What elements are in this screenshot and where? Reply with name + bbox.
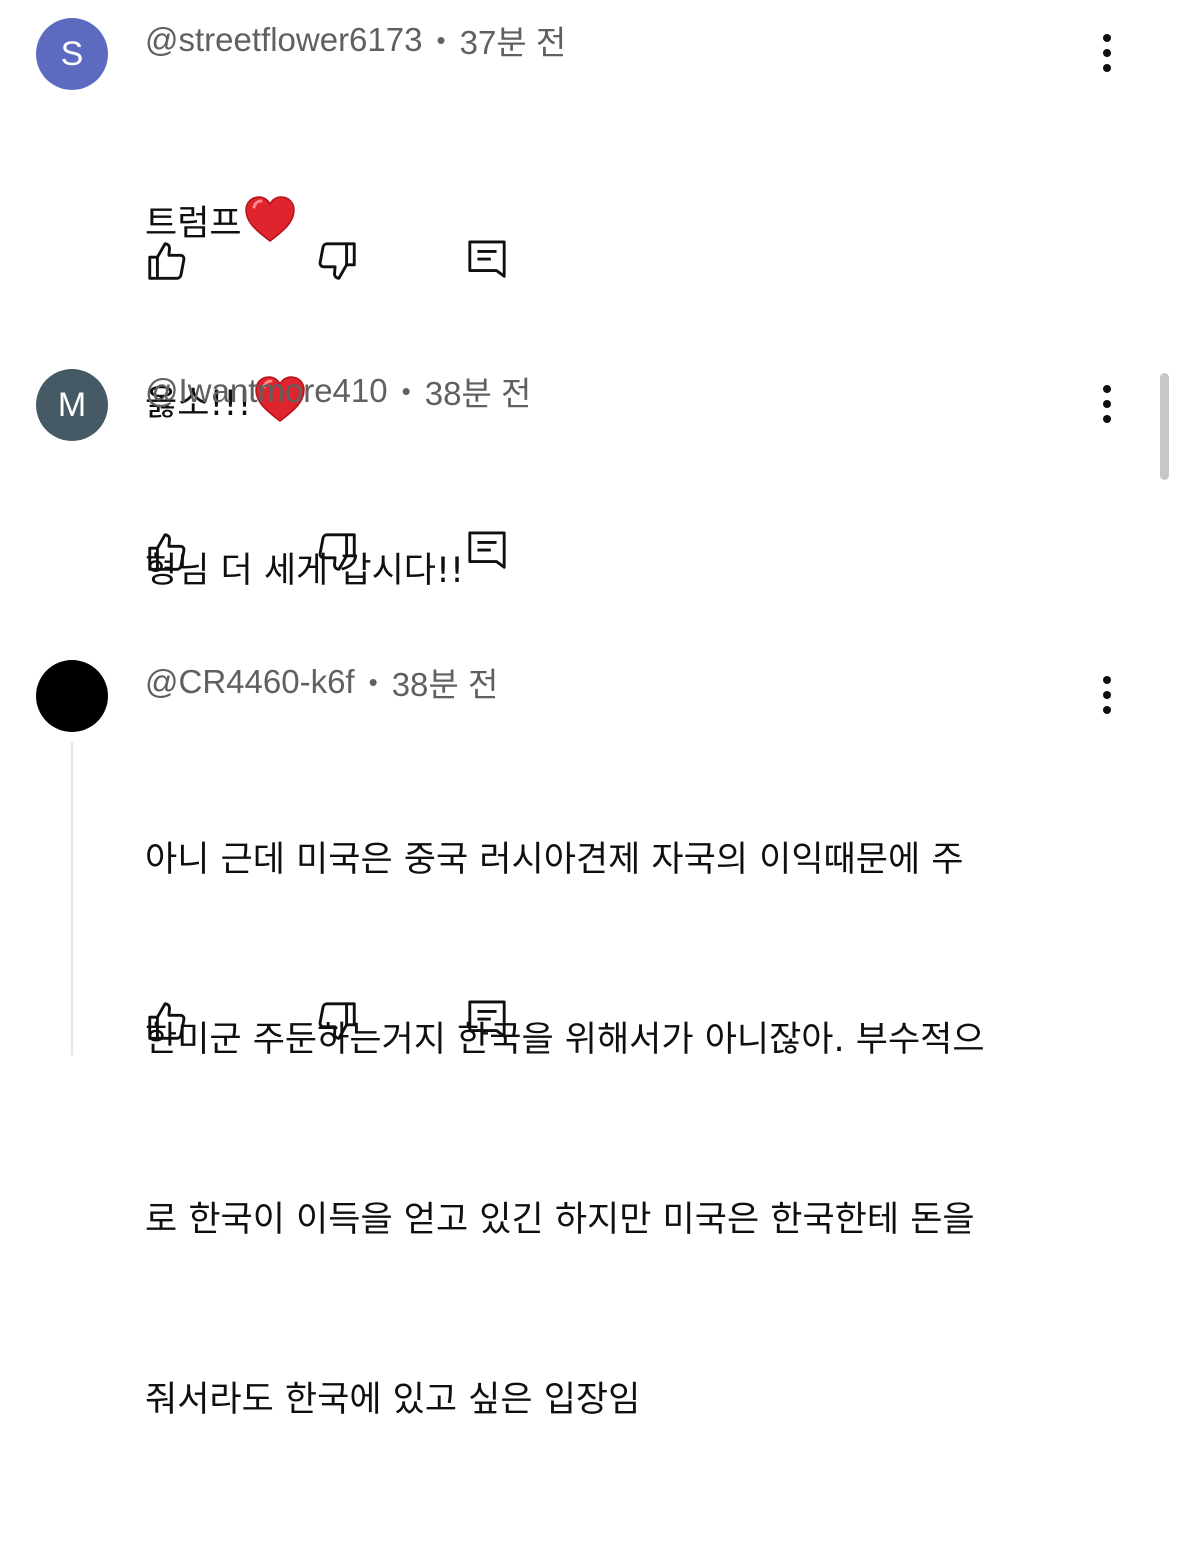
avatar-letter: S <box>60 34 84 73</box>
avatar-letter: M <box>57 385 87 424</box>
like-button[interactable] <box>142 236 192 286</box>
dislike-button[interactable] <box>312 996 362 1046</box>
more-options-button[interactable] <box>1090 670 1124 720</box>
meta-separator: • <box>436 24 446 55</box>
comment-time: 38분 전 <box>424 375 532 412</box>
reply-comment-icon <box>468 240 506 278</box>
comment-meta: @Iwantmore410 • 38분 전 <box>145 369 531 413</box>
reply-comment-icon <box>468 1000 506 1038</box>
comment-actions <box>140 996 520 1046</box>
thumbs-down-icon <box>318 1002 356 1040</box>
thumbs-up-icon <box>148 1002 186 1040</box>
meta-separator: • <box>368 666 378 697</box>
comment-username[interactable]: @CR4460-k6f <box>145 663 355 701</box>
thumbs-down-icon <box>318 533 356 571</box>
thumbs-down-icon <box>318 242 356 280</box>
avatar[interactable] <box>36 660 108 732</box>
comment-line: 줘서라도 한국에 있고 싶은 입장임 <box>145 1380 641 1420</box>
comment-actions <box>140 527 520 577</box>
comment-line: 아니 근데 미국은 중국 러시아견제 자국의 이익때문에 주 <box>145 840 964 880</box>
more-vertical-icon <box>1103 34 1111 72</box>
comment-username[interactable]: @Iwantmore410 <box>145 372 388 410</box>
comment-text: 아니 근데 미국은 중국 러시아견제 자국의 이익때문에 주 한미군 주둔하는거… <box>145 710 1105 1550</box>
scrollbar-thumb[interactable] <box>1160 373 1169 480</box>
comment-line: 로 한국이 이득을 얻고 있긴 하지만 미국은 한국한테 돈을 <box>145 1200 975 1240</box>
reply-button[interactable] <box>462 236 512 286</box>
avatar[interactable]: M <box>36 369 108 441</box>
comment-meta: @streetflower6173 • 37분 전 <box>145 18 566 62</box>
like-button[interactable] <box>142 527 192 577</box>
reply-button[interactable] <box>462 527 512 577</box>
dislike-button[interactable] <box>312 527 362 577</box>
more-vertical-icon <box>1103 676 1111 714</box>
thumbs-up-icon <box>148 242 186 280</box>
dislike-button[interactable] <box>312 236 362 286</box>
thread-line <box>71 742 73 1055</box>
avatar[interactable]: S <box>36 18 108 90</box>
comment-time: 38분 전 <box>391 666 499 703</box>
more-options-button[interactable] <box>1090 379 1124 429</box>
thumbs-up-icon <box>148 533 186 571</box>
reply-button[interactable] <box>462 996 512 1046</box>
comment-meta: @CR4460-k6f • 38분 전 <box>145 660 498 704</box>
more-options-button[interactable] <box>1090 28 1124 78</box>
more-vertical-icon <box>1103 385 1111 423</box>
comment-actions <box>140 236 520 286</box>
like-button[interactable] <box>142 996 192 1046</box>
meta-separator: • <box>401 375 411 406</box>
reply-comment-icon <box>468 531 506 569</box>
comment-username[interactable]: @streetflower6173 <box>145 21 422 59</box>
comment-time: 37분 전 <box>459 24 567 61</box>
